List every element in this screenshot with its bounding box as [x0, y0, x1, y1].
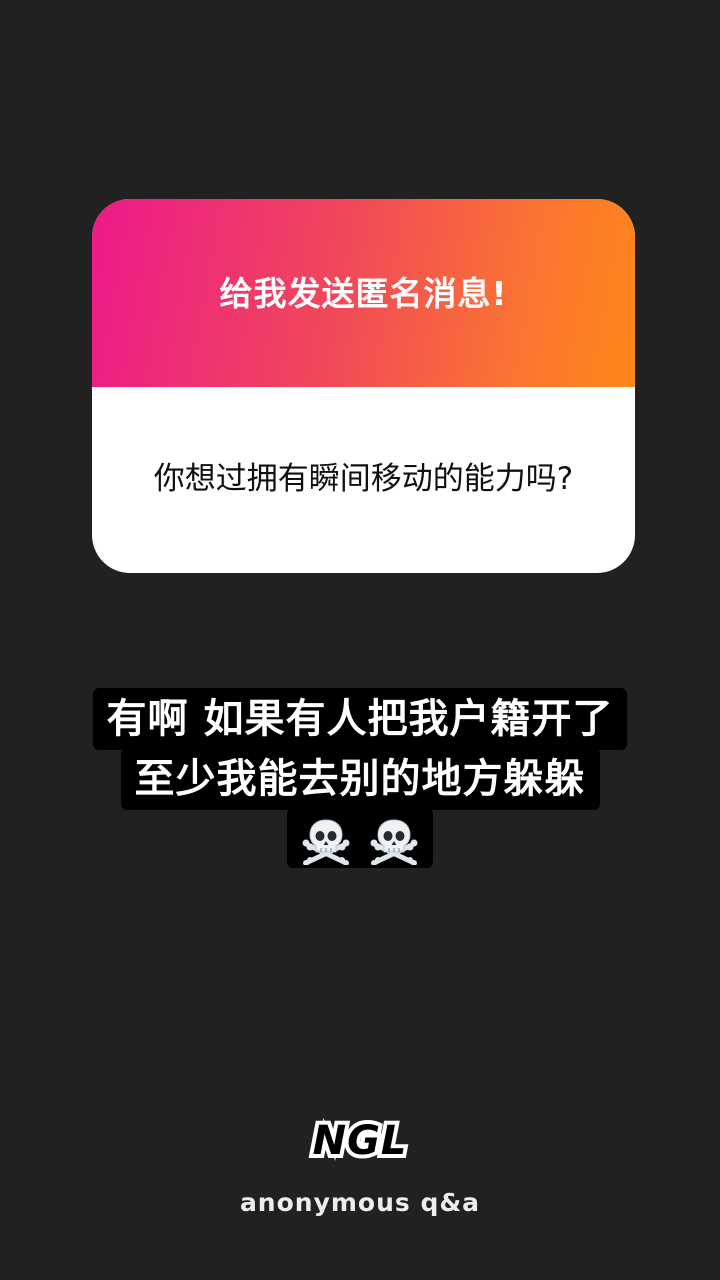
ngl-logo-text: NGL — [312, 1118, 408, 1164]
card-header: 给我发送匿名消息! — [92, 199, 635, 387]
question-card: 给我发送匿名消息! 你想过拥有瞬间移动的能力吗? — [92, 199, 635, 573]
ngl-logo: NGL NGL — [0, 1114, 720, 1168]
reply-line-2: 至少我能去别的地方躲躲 — [120, 748, 600, 810]
reply-line-1: 有啊 如果有人把我户籍开了 — [92, 688, 628, 750]
question-text: 你想过拥有瞬间移动的能力吗? — [153, 460, 574, 497]
card-header-title: 给我发送匿名消息! — [219, 274, 508, 313]
footer-caption: anonymous q&a — [239, 1188, 481, 1217]
reply-caption: 有啊 如果有人把我户籍开了 至少我能去别的地方躲躲 — [0, 688, 720, 868]
card-body: 你想过拥有瞬间移动的能力吗? — [92, 387, 635, 573]
skull-and-crossbones-icon — [370, 819, 418, 865]
skull-and-crossbones-icon — [302, 819, 350, 865]
reply-emoji-line — [286, 808, 434, 868]
